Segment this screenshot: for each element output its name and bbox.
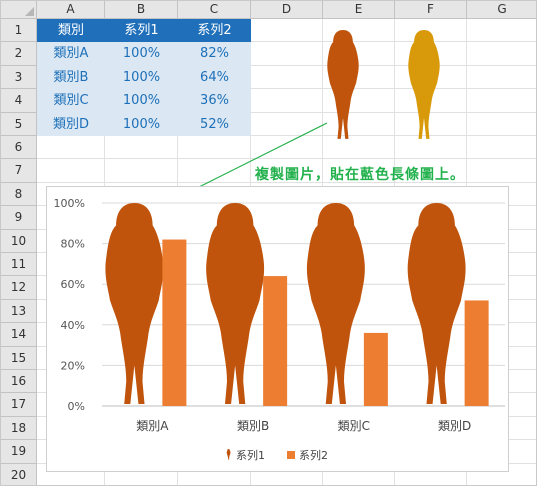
- series1-bar-1: [105, 203, 164, 404]
- legend-marker-series2: [287, 451, 295, 459]
- series1-bar-2: [206, 203, 265, 404]
- x-tick-label: 類別A: [136, 419, 169, 433]
- y-tick-label: 20%: [61, 359, 85, 372]
- series2-bar-4: [464, 300, 489, 406]
- series1-bar-3: [306, 203, 365, 404]
- legend-marker-series1: [226, 449, 231, 460]
- series2-bar-3: [363, 332, 388, 406]
- x-tick-label: 類別C: [338, 419, 370, 433]
- y-tick-label: 0%: [68, 400, 85, 413]
- series2-bar-2: [263, 276, 288, 406]
- series2-bar-1: [162, 239, 187, 406]
- legend-label-series1: 系列1: [236, 448, 265, 462]
- spreadsheet: ABCDEFG 1 2 3 4 5 6 7 8 9 10 11 12 13 14 15 16 17 18 19 20 …: [0, 0, 537, 486]
- y-tick-label: 80%: [61, 238, 85, 251]
- series1-bar-4: [407, 203, 466, 404]
- y-tick-label: 60%: [61, 278, 85, 291]
- y-tick-label: 40%: [61, 319, 85, 332]
- legend-label-series2: 系列2: [299, 448, 328, 462]
- x-tick-label: 類別B: [237, 419, 269, 433]
- y-tick-label: 100%: [54, 197, 85, 210]
- x-tick-label: 類別D: [438, 419, 471, 433]
- bar-chart: 0% 20% 40% 60% 80% 100% 類別A 類別B 類別C 類別D 系列1 系列2: [54, 197, 505, 462]
- chart-area[interactable]: 0% 20% 40% 60% 80% 100% 類別A 類別B 類別C 類別D 系列1 系列2: [46, 186, 509, 472]
